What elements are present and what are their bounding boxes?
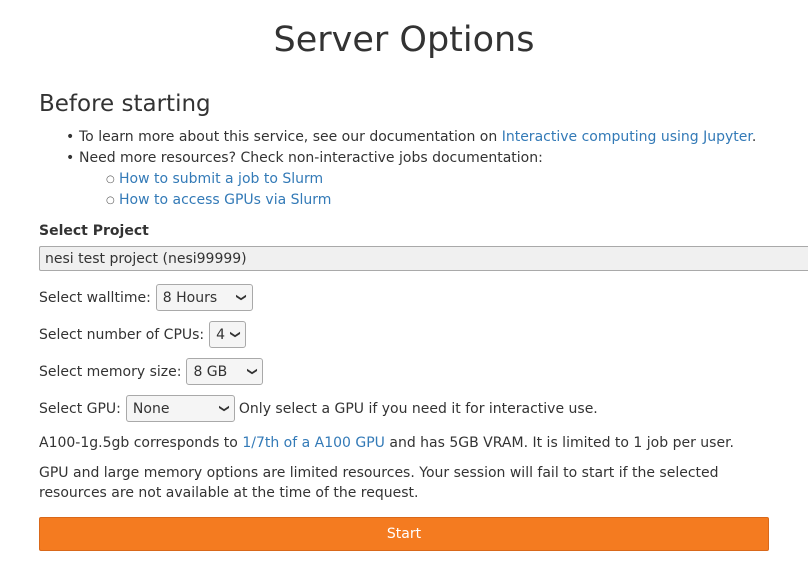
- sub-list-item: How to access GPUs via Slurm: [79, 190, 799, 211]
- jupyter-docs-link[interactable]: Interactive computing using Jupyter: [502, 129, 752, 145]
- chevron-down-icon: ❯: [236, 293, 248, 302]
- sub-list-item: How to submit a job to Slurm: [79, 169, 799, 190]
- list-item: Need more resources? Check non-interacti…: [39, 148, 799, 211]
- info-list: To learn more about this service, see ou…: [39, 127, 799, 211]
- project-select[interactable]: nesi test project (nesi99999): [39, 246, 808, 271]
- resources-text: Need more resources? Check non-interacti…: [79, 150, 543, 166]
- select-project-label: Select Project: [39, 223, 149, 239]
- chevron-down-icon: ❯: [229, 330, 241, 339]
- cpus-select[interactable]: 4 ❯: [209, 321, 247, 348]
- gpu-hint: Only select a GPU if you need it for int…: [238, 400, 598, 417]
- gpu-label: Select GPU:: [39, 400, 121, 417]
- a100-gpu-link[interactable]: 1/7th of a A100 GPU: [242, 435, 385, 451]
- gpu-info: A100-1g.5gb corresponds to 1/7th of a A1…: [39, 435, 734, 451]
- page-title: Server Options: [273, 20, 535, 60]
- list-item: To learn more about this service, see ou…: [39, 127, 799, 148]
- memory-select[interactable]: 8 GB ❯: [186, 358, 264, 385]
- before-starting-heading: Before starting: [39, 91, 211, 117]
- gpu-select[interactable]: None ❯: [125, 395, 235, 422]
- sub-list: How to submit a job to Slurm How to acce…: [79, 169, 799, 211]
- cpus-label: Select number of CPUs:: [39, 326, 205, 343]
- walltime-select[interactable]: 8 Hours ❯: [155, 284, 253, 311]
- walltime-row: Select walltime: 8 Hours ❯: [39, 284, 253, 311]
- memory-row: Select memory size: 8 GB ❯: [39, 358, 264, 385]
- chevron-down-icon: ❯: [246, 367, 258, 376]
- chevron-down-icon: ❯: [218, 404, 230, 413]
- project-select-value: nesi test project (nesi99999): [45, 251, 247, 267]
- walltime-label: Select walltime:: [39, 289, 151, 306]
- resource-warning: GPU and large memory options are limited…: [39, 465, 719, 501]
- slurm-gpu-link[interactable]: How to access GPUs via Slurm: [119, 192, 331, 208]
- gpu-row: Select GPU: None ❯ Only select a GPU if …: [39, 395, 598, 422]
- docs-text: To learn more about this service, see ou…: [79, 129, 498, 145]
- memory-label: Select memory size:: [39, 363, 182, 380]
- start-button[interactable]: Start: [39, 517, 769, 551]
- cpus-row: Select number of CPUs: 4 ❯: [39, 321, 247, 348]
- slurm-job-link[interactable]: How to submit a job to Slurm: [119, 171, 323, 187]
